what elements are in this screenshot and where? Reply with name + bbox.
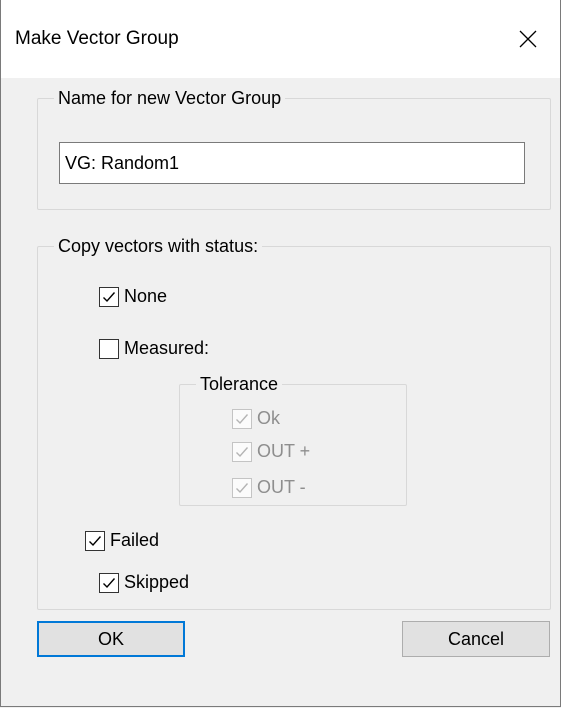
- skipped-checkbox-label: Skipped: [124, 572, 190, 592]
- out-plus-checkbox[interactable]: OUT +: [232, 441, 310, 462]
- out-minus-label: OUT -: [257, 477, 306, 497]
- checkmark-icon: [103, 291, 116, 302]
- cancel-button[interactable]: Cancel: [402, 621, 550, 657]
- title-bar: Make Vector Group: [1, 0, 560, 78]
- measured-checkbox[interactable]: Measured:: [99, 338, 209, 359]
- checkmark-icon: [236, 482, 249, 493]
- tolerance-group-legend: Tolerance: [200, 374, 279, 394]
- measured-checkbox-box[interactable]: [99, 338, 119, 359]
- status-group-legend: Copy vectors with status:: [58, 236, 259, 256]
- ok-tolerance-label: Ok: [257, 408, 281, 428]
- make-vector-group-dialog: Make Vector Group Name for new Vector Gr…: [0, 0, 561, 707]
- out-minus-checkbox[interactable]: OUT -: [232, 477, 306, 498]
- none-checkbox-box[interactable]: [99, 286, 119, 307]
- failed-checkbox-label: Failed: [110, 530, 160, 550]
- failed-checkbox[interactable]: Failed: [85, 530, 159, 551]
- checkmark-icon: [103, 577, 116, 588]
- checkmark-icon: [89, 535, 102, 546]
- out-plus-checkbox-box[interactable]: [232, 441, 252, 462]
- vector-group-name-input[interactable]: [59, 142, 525, 184]
- ok-tolerance-checkbox-box[interactable]: [232, 408, 252, 429]
- checkmark-icon: [236, 446, 249, 457]
- none-checkbox-label: None: [124, 286, 168, 306]
- dialog-title: Make Vector Group: [15, 28, 179, 49]
- close-button[interactable]: [496, 0, 560, 78]
- skipped-checkbox-box[interactable]: [99, 572, 119, 593]
- measured-checkbox-label: Measured:: [124, 338, 210, 358]
- none-checkbox[interactable]: None: [99, 286, 167, 307]
- close-icon: [519, 30, 537, 48]
- failed-checkbox-box[interactable]: [85, 530, 105, 551]
- ok-button[interactable]: OK: [37, 621, 185, 657]
- skipped-checkbox[interactable]: Skipped: [99, 572, 189, 593]
- checkmark-icon: [236, 413, 249, 424]
- ok-tolerance-checkbox[interactable]: Ok: [232, 408, 280, 429]
- name-group-legend: Name for new Vector Group: [58, 88, 282, 108]
- out-minus-checkbox-box[interactable]: [232, 477, 252, 498]
- out-plus-label: OUT +: [257, 441, 311, 461]
